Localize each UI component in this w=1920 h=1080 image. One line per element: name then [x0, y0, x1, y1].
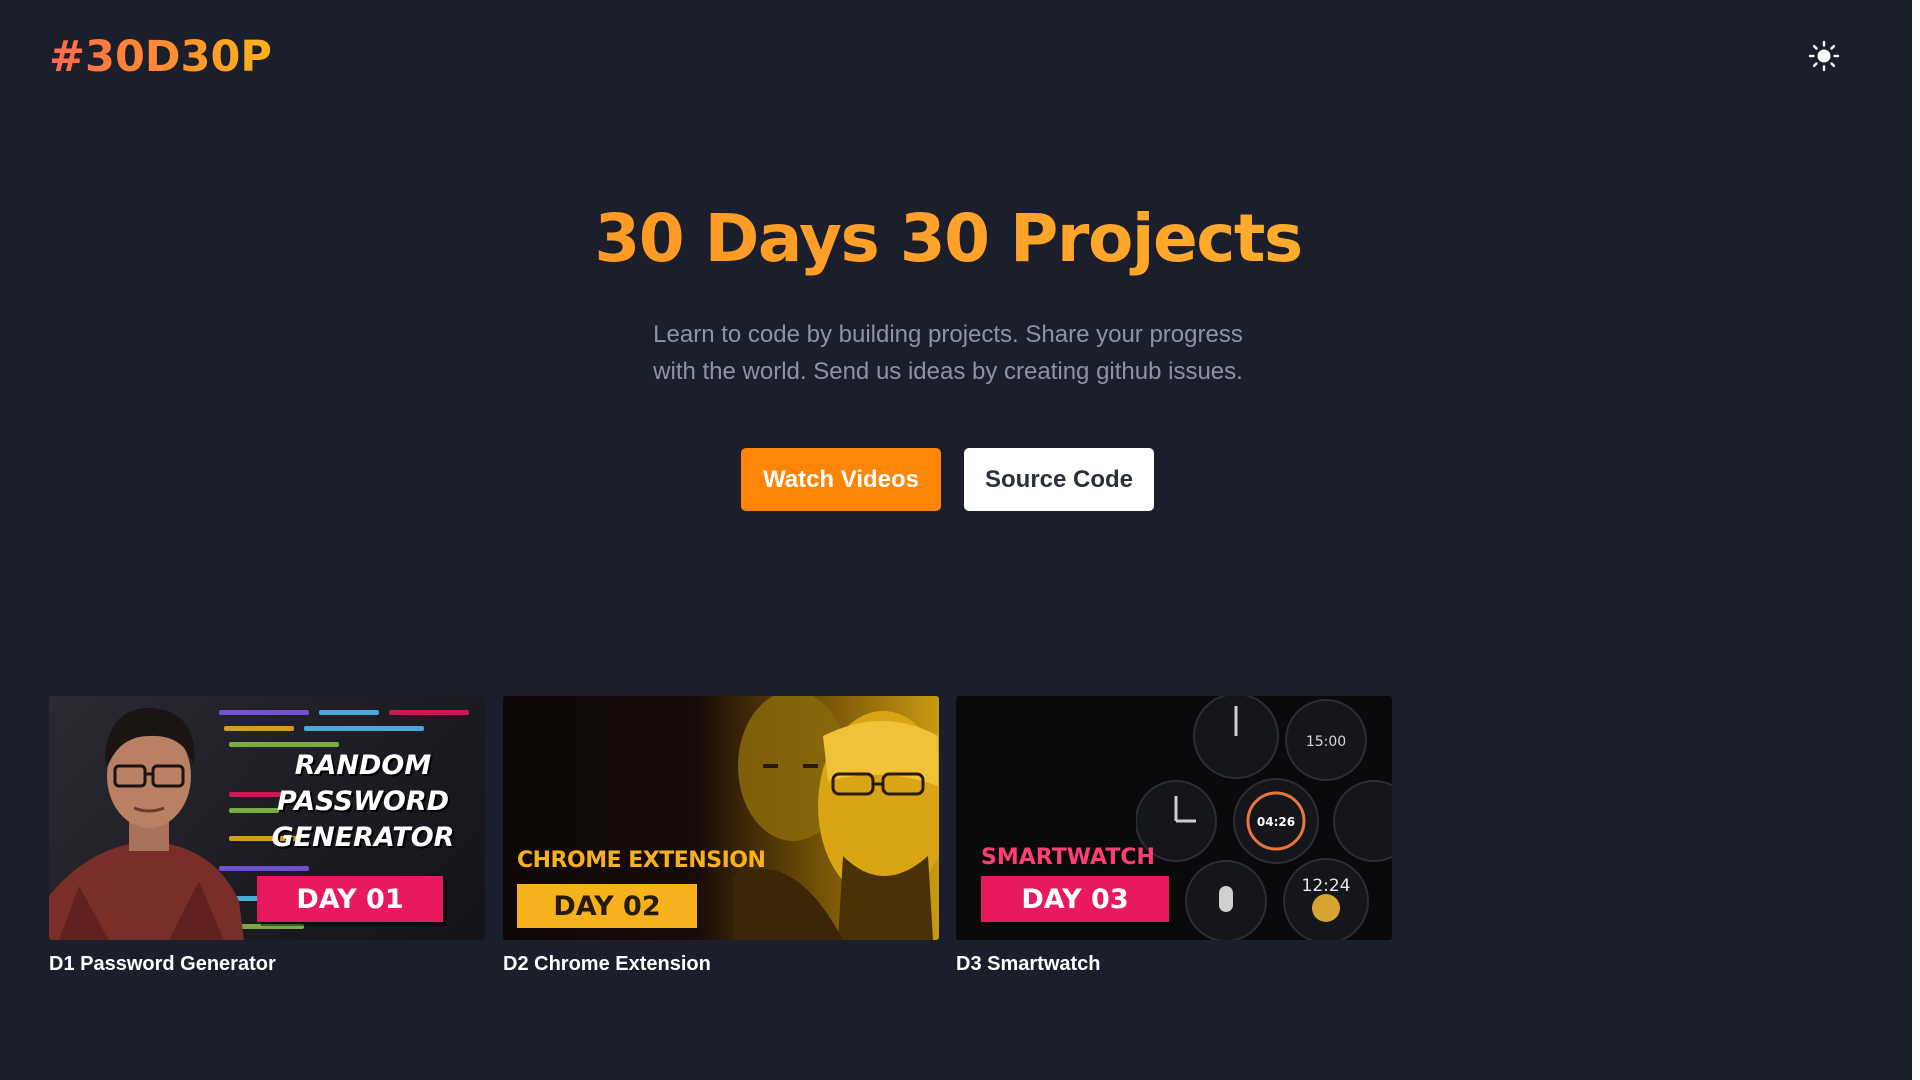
watch-time-3: 12:24	[1302, 876, 1351, 896]
project-thumbnail[interactable]: 15:00 04:26 12:24 SMARTWATCH DAY 03	[956, 696, 1392, 940]
project-card-day-3[interactable]: 15:00 04:26 12:24 SMARTWATCH DAY 03 D3 S…	[956, 696, 1392, 976]
hero-subtitle-line-2: with the world. Send us ideas by creatin…	[653, 358, 1243, 385]
code-decoration	[304, 726, 424, 731]
page-title: 30 Days 30 Projects	[0, 200, 1896, 277]
source-code-button[interactable]: Source Code	[964, 448, 1154, 511]
project-thumbnail[interactable]: CHROME EXTENSION DAY 02	[503, 696, 939, 940]
sun-icon	[1808, 40, 1840, 72]
thumbnail-title: RANDOM PASSWORD GENERATOR	[263, 748, 463, 856]
project-card-day-1[interactable]: RANDOM PASSWORD GENERATOR DAY 01 D1 Pass…	[49, 696, 485, 976]
site-logo[interactable]: #30D30P	[49, 32, 272, 82]
watch-time-2: 04:26	[1257, 815, 1295, 829]
thumbnail-title-line-3: GENERATOR	[271, 822, 455, 853]
watch-faces-image: 15:00 04:26 12:24	[1136, 696, 1392, 940]
thumbnail-label: SMARTWATCH	[981, 845, 1155, 870]
project-card-day-2[interactable]: CHROME EXTENSION DAY 02 D2 Chrome Extens…	[503, 696, 939, 976]
day-badge: DAY 02	[517, 884, 697, 928]
page: #30D30P 30 Days 30 Projects Learn to cod…	[0, 0, 1920, 1080]
day-badge: DAY 01	[257, 876, 443, 922]
presenter-image	[49, 707, 244, 940]
characters-image	[733, 696, 939, 940]
project-caption[interactable]: D3 Smartwatch	[956, 953, 1392, 976]
hero-subtitle-line-1: Learn to code by building projects. Shar…	[653, 321, 1243, 348]
project-caption[interactable]: D1 Password Generator	[49, 953, 485, 976]
day-badge: DAY 03	[981, 876, 1169, 922]
code-decoration	[389, 710, 469, 715]
project-thumbnail[interactable]: RANDOM PASSWORD GENERATOR DAY 01	[49, 696, 485, 940]
watch-time-1: 15:00	[1306, 734, 1346, 750]
theme-toggle-button[interactable]	[1806, 38, 1842, 74]
thumbnail-title-line-2: PASSWORD	[276, 786, 450, 817]
thumbnail-label: CHROME EXTENSION	[517, 848, 766, 873]
code-decoration	[319, 710, 379, 715]
project-caption[interactable]: D2 Chrome Extension	[503, 953, 939, 976]
thumbnail-title-line-1: RANDOM	[294, 750, 432, 781]
scrollbar[interactable]	[1912, 0, 1920, 1080]
watch-videos-button[interactable]: Watch Videos	[741, 448, 941, 511]
hero-subtitle: Learn to code by building projects. Shar…	[0, 316, 1896, 390]
